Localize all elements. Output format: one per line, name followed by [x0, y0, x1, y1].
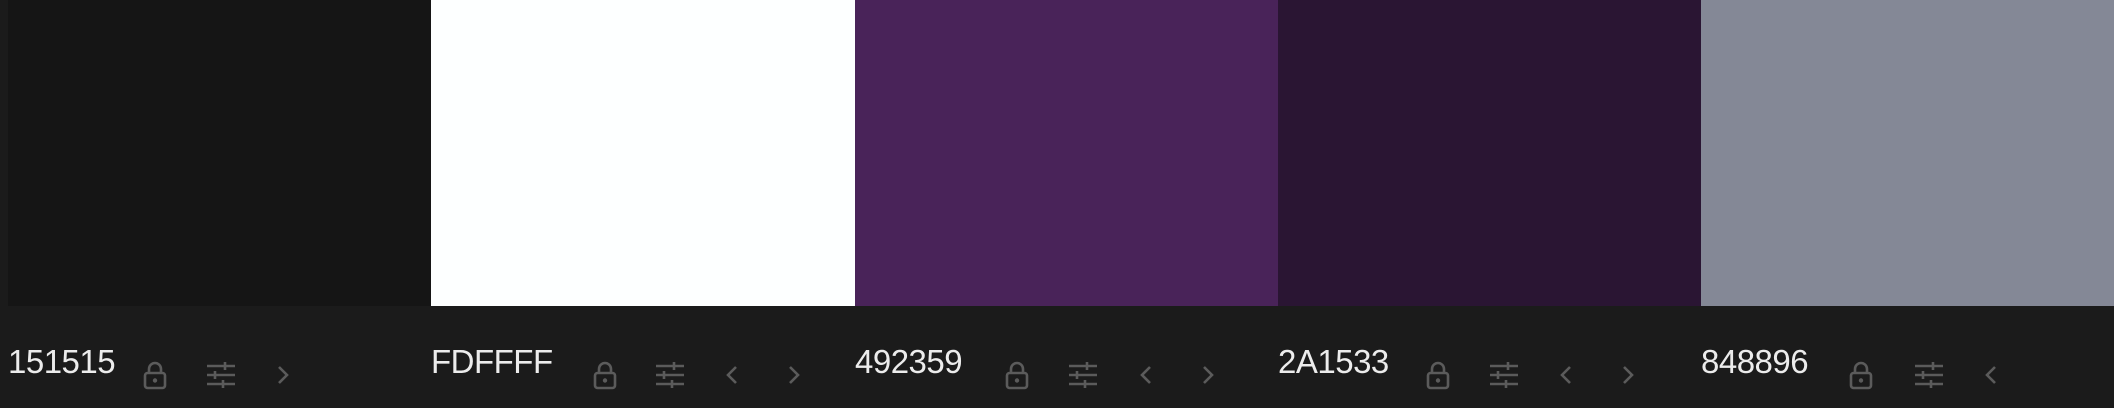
hex-code[interactable]: 848896 [1701, 345, 1809, 378]
chevron-right-icon[interactable] [266, 358, 300, 392]
swatch-2a1533: 2A1533 [1278, 0, 1701, 408]
chevron-right-icon[interactable] [1611, 358, 1645, 392]
sliders-icon[interactable] [1066, 358, 1100, 392]
lock-icon[interactable] [138, 358, 172, 392]
chevron-left-icon[interactable] [1129, 358, 1163, 392]
swatch-color-block[interactable] [855, 0, 1278, 306]
swatch-footer: 2A1533 [1278, 306, 1701, 408]
chevron-right-icon[interactable] [1191, 358, 1225, 392]
chevron-right-icon[interactable] [777, 358, 811, 392]
swatch-color-block[interactable] [1701, 0, 2114, 306]
swatch-color-block[interactable] [1278, 0, 1701, 306]
palette-edge [0, 0, 8, 306]
chevron-left-icon[interactable] [1549, 358, 1583, 392]
swatch-492359: 492359 [855, 0, 1278, 408]
hex-code[interactable]: 492359 [855, 345, 963, 378]
lock-icon[interactable] [1844, 358, 1878, 392]
swatch-color-block[interactable] [431, 0, 855, 306]
sliders-icon[interactable] [653, 358, 687, 392]
swatch-fdffff: FDFFFF [431, 0, 855, 408]
swatch-151515: 151515 [8, 0, 431, 408]
sliders-icon[interactable] [1912, 358, 1946, 392]
swatch-footer: 151515 [8, 306, 431, 408]
swatch-footer: FDFFFF [431, 306, 855, 408]
chevron-left-icon[interactable] [1974, 358, 2008, 392]
sliders-icon[interactable] [1487, 358, 1521, 392]
hex-code[interactable]: FDFFFF [431, 345, 553, 378]
swatch-footer: 492359 [855, 306, 1278, 408]
lock-icon[interactable] [1000, 358, 1034, 392]
color-palette: 151515 FDFFFF 492359 2A1533 848896 [0, 0, 2114, 408]
lock-icon[interactable] [588, 358, 622, 392]
swatch-848896: 848896 [1701, 0, 2114, 408]
sliders-icon[interactable] [204, 358, 238, 392]
chevron-left-icon[interactable] [715, 358, 749, 392]
swatch-footer: 848896 [1701, 306, 2114, 408]
hex-code[interactable]: 151515 [8, 345, 116, 378]
hex-code[interactable]: 2A1533 [1278, 345, 1389, 378]
lock-icon[interactable] [1421, 358, 1455, 392]
swatch-color-block[interactable] [8, 0, 431, 306]
